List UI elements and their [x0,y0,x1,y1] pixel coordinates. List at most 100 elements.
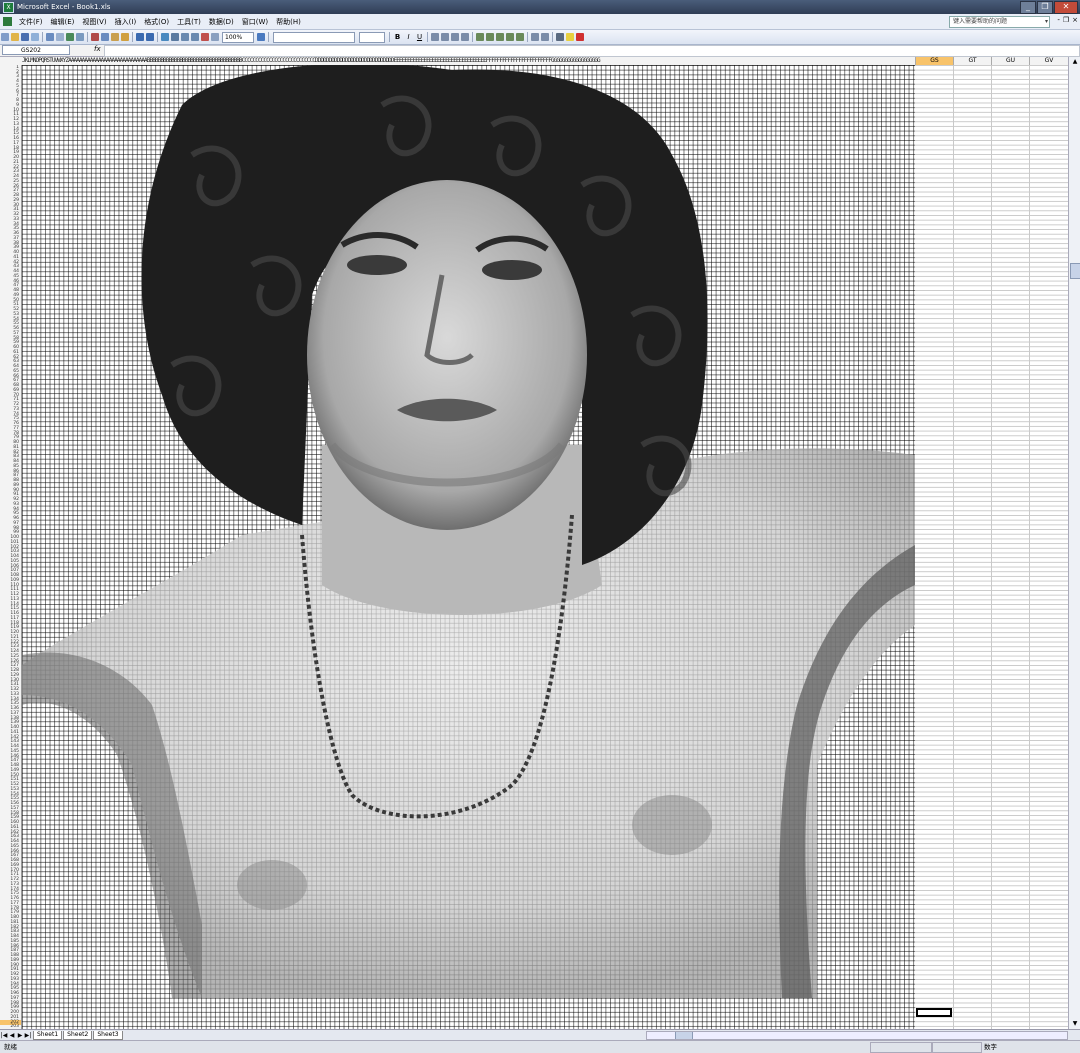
print-preview-icon[interactable] [56,33,64,41]
increase-indent-icon[interactable] [541,33,549,41]
format-painter-icon[interactable] [121,33,129,41]
cut-icon[interactable] [91,33,99,41]
increase-decimal-icon[interactable] [506,33,514,41]
column-header-gu[interactable]: GU [991,57,1029,65]
document-controls: - ❐ × [1057,16,1078,24]
menu-help[interactable]: 帮助(H) [272,17,305,27]
status-ready: 就绪 [4,1043,17,1051]
first-sheet-icon[interactable]: |◀ [0,1032,8,1039]
font-color-icon[interactable] [576,33,584,41]
horizontal-scroll-thumb[interactable] [675,1032,693,1039]
formula-bar: GS202 fx [0,45,1080,57]
chart-wizard-icon[interactable] [201,33,209,41]
tab-sheet3[interactable]: Sheet3 [93,1030,123,1040]
minimize-button[interactable]: _ [1020,1,1036,14]
decrease-decimal-icon[interactable] [516,33,524,41]
selected-cell-gs202[interactable] [916,1008,952,1017]
menu-tools[interactable]: 工具(T) [173,17,205,27]
bold-button[interactable]: B [393,33,402,42]
align-right-icon[interactable] [451,33,459,41]
column-header-gt[interactable]: GT [953,57,991,65]
decrease-indent-icon[interactable] [531,33,539,41]
sort-ascending-icon[interactable] [181,33,189,41]
chevron-down-icon[interactable]: ▾ [1045,17,1048,27]
underline-button[interactable]: U [415,33,424,42]
spelling-icon[interactable] [66,33,74,41]
borders-icon[interactable] [556,33,564,41]
tab-sheet2[interactable]: Sheet2 [63,1030,93,1040]
fill-color-icon[interactable] [566,33,574,41]
comma-style-icon[interactable] [496,33,504,41]
excel-app-icon: X [3,1,14,13]
function-icon[interactable]: fx [94,45,101,53]
align-center-icon[interactable] [441,33,449,41]
status-num-lock: 数字 [984,1043,997,1051]
sort-descending-icon[interactable] [191,33,199,41]
menu-edit[interactable]: 编辑(E) [47,17,79,27]
row-header-bar: 1 2 3 4 5 6 7 8 9 10 11 12 13 14 15 16 17 18 19 20 21 22 23 24 2… [0,65,22,1029]
name-box[interactable]: GS202 [2,45,70,55]
sheet-tab-bar: |◀ ◀ ▶ ▶| Sheet1 Sheet2 Sheet3 [0,1029,1080,1040]
scroll-down-icon[interactable]: ▼ [1069,1019,1080,1029]
help-placeholder: 键入需要帮助的问题 [953,18,1008,25]
redo-icon[interactable] [146,33,154,41]
save-icon[interactable] [21,33,29,41]
print-icon[interactable] [46,33,54,41]
undo-icon[interactable] [136,33,144,41]
doc-close-button[interactable]: × [1072,16,1078,24]
menu-insert[interactable]: 插入(I) [111,17,141,27]
formula-input[interactable] [104,45,1080,57]
font-name-select[interactable] [273,31,355,43]
help-search-input[interactable]: 键入需要帮助的问题 ▾ [949,16,1050,28]
pixel-art-portrait [22,65,915,998]
autosum-icon[interactable] [171,33,179,41]
status-pane [932,1042,982,1053]
menu-file[interactable]: 文件(F) [15,17,47,27]
window-title: Microsoft Excel - Book1.xls [17,3,111,11]
tab-sheet1[interactable]: Sheet1 [33,1030,63,1040]
title-bar: X Microsoft Excel - Book1.xls _ ❐ ✕ [0,0,1080,14]
currency-icon[interactable] [476,33,484,41]
menu-data[interactable]: 数据(D) [205,17,238,27]
font-size-select[interactable] [359,31,385,43]
horizontal-scrollbar[interactable] [646,1031,1068,1040]
standard-toolbar: 100% B I U [0,30,1080,45]
prev-sheet-icon[interactable]: ◀ [8,1032,16,1039]
menu-bar: 文件(F) 编辑(E) 视图(V) 插入(I) 格式(O) 工具(T) 数据(D… [0,14,1080,30]
copy-icon[interactable] [101,33,109,41]
drawing-icon[interactable] [211,33,219,41]
menu-window[interactable]: 窗口(W) [238,17,272,27]
zoom-select[interactable]: 100% [222,31,254,43]
window-controls: _ ❐ ✕ [1020,1,1078,14]
doc-restore-button[interactable]: ❐ [1063,16,1069,24]
last-sheet-icon[interactable]: ▶| [24,1032,32,1039]
italic-button[interactable]: I [404,33,413,42]
vertical-scroll-thumb[interactable] [1070,263,1080,279]
status-bar: 就绪 数字 [0,1040,1080,1053]
column-header-gs[interactable]: GS [915,57,953,65]
restore-button[interactable]: ❐ [1037,1,1053,14]
close-button[interactable]: ✕ [1054,1,1078,14]
menu-format[interactable]: 格式(O) [140,17,173,27]
open-icon[interactable] [11,33,19,41]
column-header-gv[interactable]: GV [1029,57,1068,65]
doc-minimize-button[interactable]: - [1057,16,1060,24]
worksheet-grid: JKLMNOPQRSTUVWXYZAAAAAAAAAAAAAAAAAAAAAAA… [0,57,1068,1029]
status-pane [870,1042,932,1053]
packed-column-letters: JKLMNOPQRSTUVWXYZAAAAAAAAAAAAAAAAAAAAAAA… [22,57,601,64]
new-icon[interactable] [1,33,9,41]
hyperlink-icon[interactable] [161,33,169,41]
scroll-up-icon[interactable]: ▲ [1069,57,1080,67]
align-left-icon[interactable] [431,33,439,41]
merge-center-icon[interactable] [461,33,469,41]
empty-wide-columns[interactable] [915,65,1068,1029]
vertical-scrollbar[interactable]: ▲ ▼ [1068,57,1080,1029]
percent-icon[interactable] [486,33,494,41]
paste-icon[interactable] [111,33,119,41]
help-icon[interactable] [257,33,265,41]
menu-view[interactable]: 视图(V) [78,17,110,27]
research-icon[interactable] [76,33,84,41]
next-sheet-icon[interactable]: ▶ [16,1032,24,1039]
workbook-icon[interactable] [3,17,12,26]
permission-icon[interactable] [31,33,39,41]
